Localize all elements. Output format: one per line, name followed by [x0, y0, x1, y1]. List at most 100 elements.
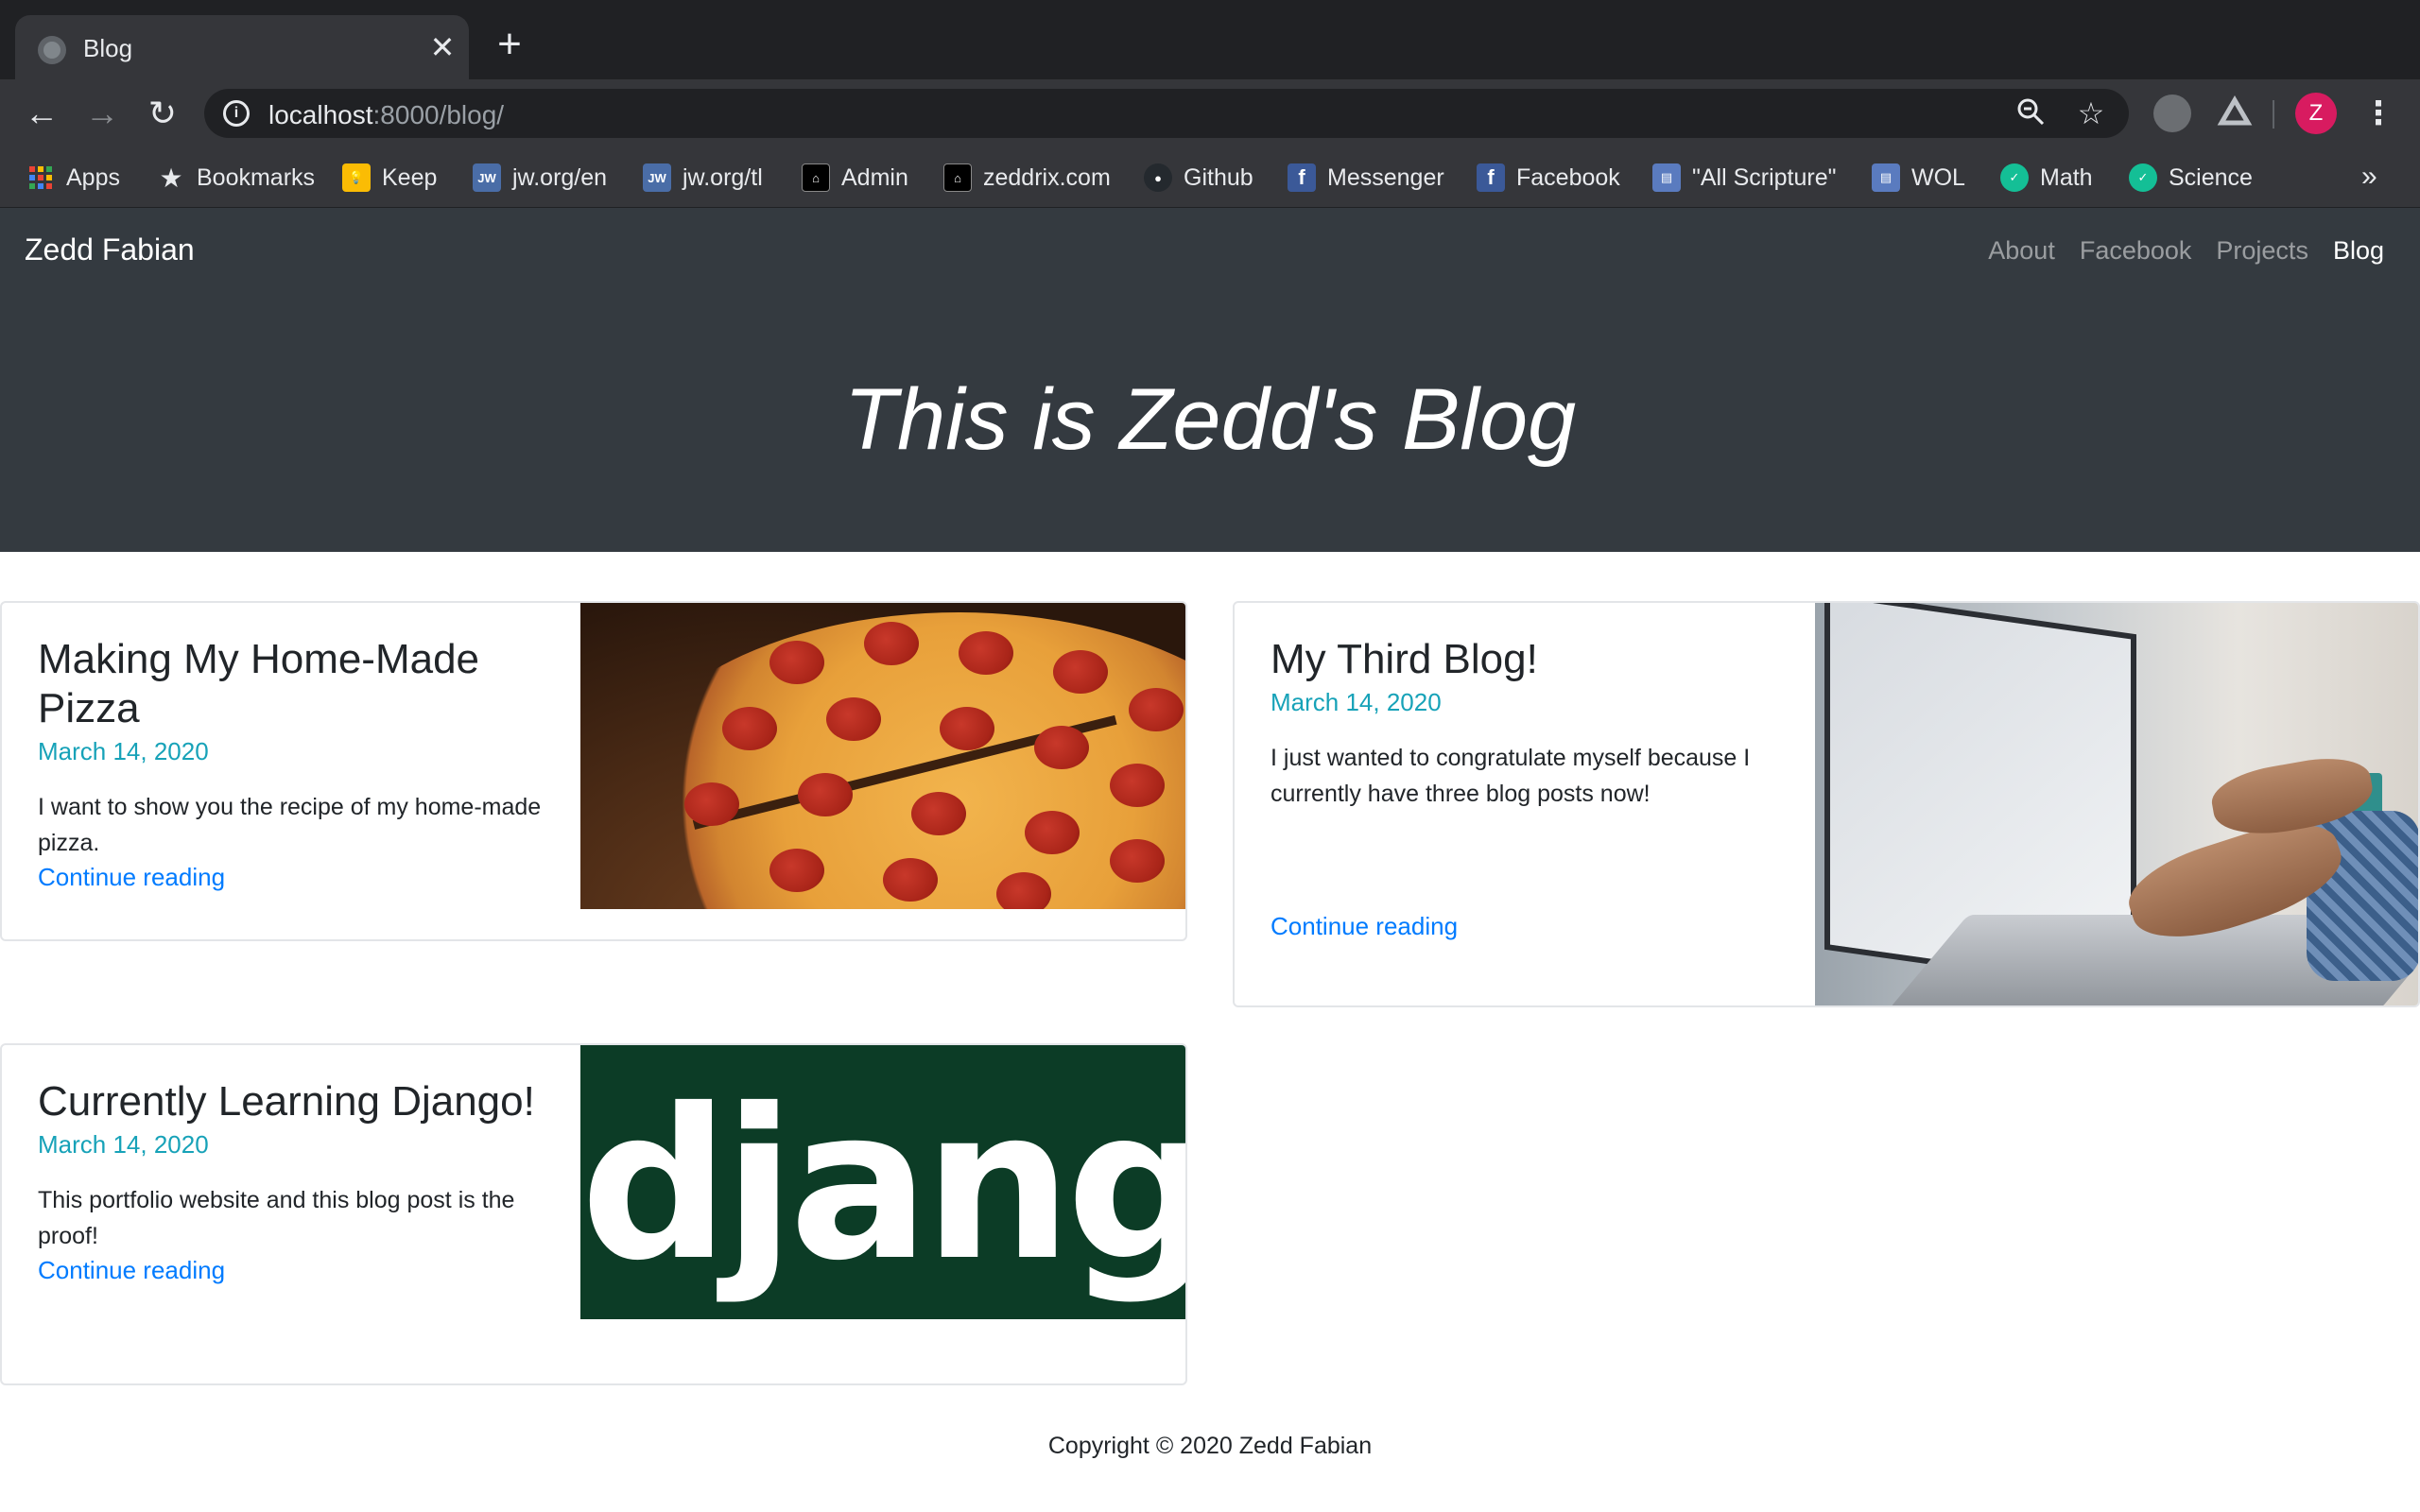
bookmark-all-scripture[interactable]: ▤ "All Scripture": [1652, 161, 1837, 195]
card-body: My Third Blog! March 14, 2020 I just wan…: [1270, 635, 1800, 941]
site-info-icon[interactable]: i: [223, 100, 250, 127]
bookmark-label: Admin: [841, 163, 908, 191]
bookmark-math[interactable]: ✓ Math: [2000, 161, 2093, 195]
star-icon: ★: [159, 163, 183, 193]
bookmark-science[interactable]: ✓ Science: [2129, 161, 2253, 195]
pepperoni: [940, 707, 994, 750]
new-tab-button[interactable]: +: [488, 23, 531, 66]
toolbar-divider: [2273, 100, 2274, 129]
pepperoni: [1034, 726, 1089, 769]
url-path: :8000/blog/: [372, 100, 505, 129]
blog-post-card: My Third Blog! March 14, 2020 I just wan…: [1233, 601, 2420, 1007]
bookmark-wol[interactable]: ▤ WOL: [1872, 161, 1965, 195]
wol-icon: ▤: [1652, 163, 1681, 192]
bookmarks-overflow-icon[interactable]: »: [2361, 161, 2377, 193]
bookmark-jw-en[interactable]: JW jw.org/en: [473, 161, 607, 195]
github-icon: ●: [1144, 163, 1172, 192]
jw-icon: JW: [473, 163, 501, 192]
pepperoni: [1053, 650, 1108, 694]
extension-icon[interactable]: [2153, 94, 2191, 132]
bookmark-zeddrix[interactable]: ⌂ zeddrix.com: [943, 161, 1111, 195]
continue-reading-link[interactable]: Continue reading: [38, 863, 548, 892]
continue-reading-link[interactable]: Continue reading: [1270, 912, 1800, 941]
url-text[interactable]: localhost:8000/blog/: [268, 100, 504, 130]
post-title: My Third Blog!: [1270, 636, 1538, 682]
pepperoni: [684, 782, 739, 826]
zoom-icon[interactable]: [2014, 96, 2048, 130]
bookmark-jw-tl[interactable]: JW jw.org/tl: [643, 161, 763, 195]
bookmarks-bar: Apps ★ Bookmarks 💡 Keep JW jw.org/en JW …: [0, 147, 2420, 208]
facebook-icon: f: [1288, 163, 1316, 192]
forward-arrow-icon[interactable]: →: [81, 93, 123, 134]
pepperoni: [864, 622, 919, 665]
blog-post-card: Currently Learning Django! March 14, 202…: [0, 1043, 1187, 1385]
post-image-pizza: [580, 603, 1185, 909]
reload-icon[interactable]: ↻: [142, 93, 183, 134]
nav-link-projects[interactable]: Projects: [2216, 236, 2308, 266]
pepperoni: [1110, 839, 1165, 883]
post-date: March 14, 2020: [38, 737, 209, 765]
back-arrow-icon[interactable]: ←: [21, 93, 62, 134]
bookmark-label: Science: [2169, 163, 2253, 191]
kebab-menu-icon[interactable]: ⋮: [2360, 93, 2397, 134]
khan-icon: ✓: [2129, 163, 2157, 192]
google-drive-icon[interactable]: [2216, 94, 2254, 132]
post-title: Currently Learning Django!: [38, 1078, 535, 1125]
admin-icon: ⌂: [802, 163, 830, 192]
pepperoni: [1110, 764, 1165, 807]
bookmark-label: WOL: [1911, 163, 1965, 191]
nav-link-facebook[interactable]: Facebook: [2080, 236, 2192, 266]
pepperoni: [769, 641, 824, 684]
bookmark-bookmarks[interactable]: ★ Bookmarks: [157, 161, 315, 195]
apps-grid-icon: [26, 163, 55, 192]
site-nav-links: About Facebook Projects Blog: [1988, 236, 2384, 266]
browser-toolbar: ← → ↻ i localhost:8000/blog/ ☆ Z ⋮: [0, 79, 2420, 147]
post-title: Making My Home-Made Pizza: [38, 636, 480, 731]
bookmark-keep[interactable]: 💡 Keep: [342, 161, 437, 195]
bookmark-label: Apps: [66, 163, 120, 191]
bookmark-label: Github: [1184, 163, 1253, 191]
bookmark-label: Bookmarks: [197, 163, 316, 191]
post-summary: I just wanted to congratulate myself bec…: [1270, 745, 1751, 807]
bookmark-github[interactable]: ● Github: [1144, 161, 1253, 195]
tab-title: Blog: [83, 34, 133, 62]
continue-reading-link[interactable]: Continue reading: [38, 1256, 548, 1285]
hero-banner: This is Zedd's Blog: [0, 295, 2420, 552]
jw-icon: JW: [643, 163, 671, 192]
pepperoni: [1025, 811, 1080, 854]
bookmark-star-icon[interactable]: ☆: [2074, 96, 2108, 130]
pepperoni: [911, 792, 966, 835]
tab-close-icon[interactable]: ✕: [424, 28, 461, 66]
bookmark-label: Facebook: [1516, 163, 1620, 191]
globe-icon: [38, 36, 66, 64]
bookmark-label: jw.org/en: [512, 163, 608, 191]
bookmark-label: zeddrix.com: [983, 163, 1111, 191]
bookmark-label: Messenger: [1327, 163, 1444, 191]
khan-icon: ✓: [2000, 163, 2029, 192]
pepperoni: [959, 631, 1013, 675]
post-date: March 14, 2020: [1270, 688, 1442, 716]
facebook-icon: f: [1477, 163, 1505, 192]
bookmark-messenger[interactable]: f Messenger: [1288, 161, 1444, 195]
post-summary: This portfolio website and this blog pos…: [38, 1187, 515, 1249]
pepperoni: [798, 773, 853, 816]
site-footer: Copyright © 2020 Zedd Fabian: [1047, 1433, 1373, 1459]
pepperoni: [883, 858, 938, 902]
bookmark-admin[interactable]: ⌂ Admin: [802, 161, 908, 195]
address-bar[interactable]: i localhost:8000/blog/ ☆: [204, 89, 2129, 138]
bookmark-facebook[interactable]: f Facebook: [1477, 161, 1620, 195]
admin-icon: ⌂: [943, 163, 972, 192]
bookmark-label: jw.org/tl: [683, 163, 763, 191]
page-title: This is Zedd's Blog: [843, 371, 1577, 468]
browser-tab[interactable]: Blog ✕: [15, 15, 469, 79]
pepperoni: [1129, 688, 1184, 731]
nav-link-about[interactable]: About: [1988, 236, 2055, 266]
site-brand[interactable]: Zedd Fabian: [25, 232, 195, 267]
pepperoni: [996, 872, 1051, 909]
post-date: March 14, 2020: [38, 1130, 209, 1159]
profile-avatar[interactable]: Z: [2295, 93, 2337, 134]
bookmark-label: "All Scripture": [1692, 163, 1837, 191]
nav-link-blog[interactable]: Blog: [2333, 236, 2384, 266]
post-summary: I want to show you the recipe of my home…: [38, 794, 542, 856]
bookmark-apps[interactable]: Apps: [26, 161, 120, 195]
